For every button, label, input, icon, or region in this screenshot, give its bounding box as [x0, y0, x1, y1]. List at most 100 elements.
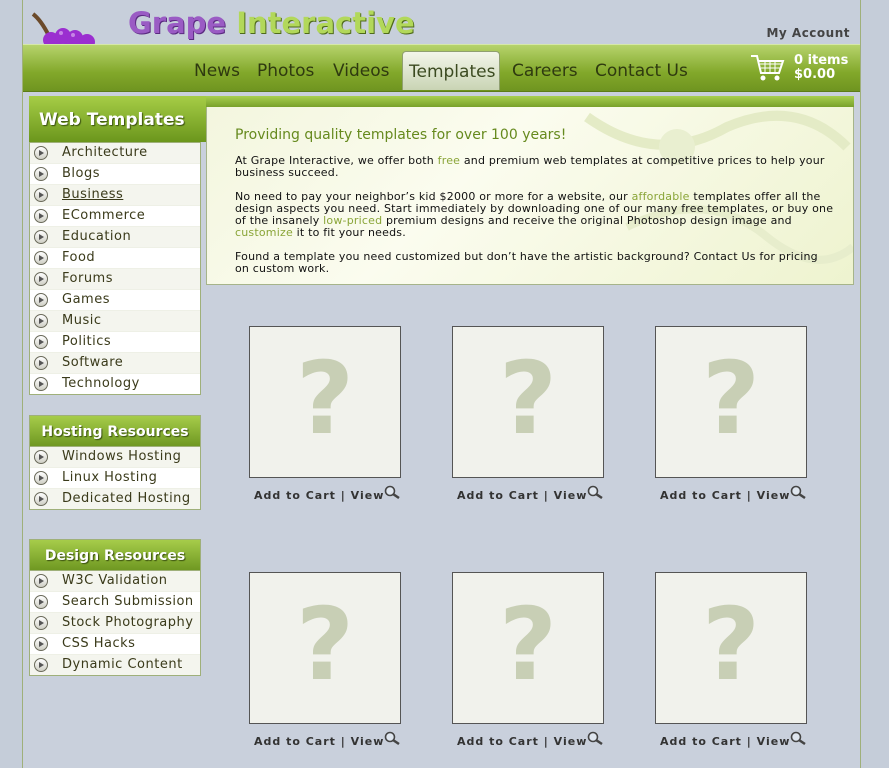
- nav-careers[interactable]: Careers: [512, 61, 578, 81]
- sidebar-item-music[interactable]: Music: [30, 311, 200, 332]
- sidebar-item-politics[interactable]: Politics: [30, 332, 200, 353]
- arrow-bullet-icon: [34, 658, 48, 672]
- nav-news[interactable]: News: [194, 61, 240, 81]
- view-link[interactable]: View: [757, 735, 791, 748]
- intro-p2-text-4: it to fit your needs.: [292, 226, 406, 239]
- sidebar-item-dedicated-hosting[interactable]: Dedicated Hosting: [30, 489, 200, 509]
- add-to-cart-link[interactable]: Add to Cart: [660, 735, 742, 748]
- template-actions: Add to Cart | View: [660, 731, 820, 748]
- free-link[interactable]: free: [438, 154, 461, 167]
- arrow-bullet-icon: [34, 209, 48, 223]
- sidebar-item-software[interactable]: Software: [30, 353, 200, 374]
- arrow-bullet-icon: [34, 377, 48, 391]
- cart-summary[interactable]: 0 items $0.00: [794, 54, 848, 82]
- magnifier-icon[interactable]: [384, 731, 402, 746]
- arrow-bullet-icon: [34, 637, 48, 651]
- template-thumbnail[interactable]: ?: [655, 326, 807, 478]
- sidebar-title: Web Templates: [39, 110, 185, 130]
- sidebar-item-linux-hosting[interactable]: Linux Hosting: [30, 468, 200, 489]
- magnifier-icon[interactable]: [790, 485, 808, 500]
- arrow-bullet-icon: [34, 574, 48, 588]
- arrow-bullet-icon: [34, 450, 48, 464]
- nav-templates[interactable]: Templates: [402, 51, 500, 90]
- separator: |: [746, 489, 752, 502]
- customize-link[interactable]: customize: [235, 226, 293, 239]
- sidebar-item-games[interactable]: Games: [30, 290, 200, 311]
- intro-top-bar: [206, 96, 854, 107]
- sidebar-item-w3c-validation[interactable]: W3C Validation: [30, 571, 200, 592]
- arrow-bullet-icon: [34, 335, 48, 349]
- sidebar-item-food[interactable]: Food: [30, 248, 200, 269]
- separator: |: [746, 735, 752, 748]
- magnifier-icon[interactable]: [587, 731, 605, 746]
- view-link[interactable]: View: [554, 489, 588, 502]
- add-to-cart-link[interactable]: Add to Cart: [254, 489, 336, 502]
- intro-paragraph-1: At Grape Interactive, we offer both free…: [235, 155, 835, 179]
- magnifier-icon[interactable]: [384, 485, 402, 500]
- sidebar-item-business[interactable]: Business: [30, 185, 200, 206]
- hosting-resources-title: Hosting Resources: [41, 424, 189, 440]
- add-to-cart-link[interactable]: Add to Cart: [660, 489, 742, 502]
- arrow-bullet-icon: [34, 167, 48, 181]
- template-actions: Add to Cart | View: [254, 731, 414, 748]
- cart-items-count: 0 items: [794, 53, 849, 68]
- nav-videos[interactable]: Videos: [333, 61, 390, 81]
- sidebar-item-education[interactable]: Education: [30, 227, 200, 248]
- sidebar-item-forums[interactable]: Forums: [30, 269, 200, 290]
- add-to-cart-link[interactable]: Add to Cart: [457, 489, 539, 502]
- view-link[interactable]: View: [351, 489, 385, 502]
- placeholder-question-mark: ?: [295, 340, 354, 457]
- category-list: Architecture Blogs Business ECommerce Ed…: [29, 142, 201, 395]
- magnifier-icon[interactable]: [790, 731, 808, 746]
- design-list: W3C Validation Search Submission Stock P…: [29, 570, 201, 676]
- template-actions: Add to Cart | View: [660, 485, 820, 502]
- intro-p2-text-3: premium designs and receive the original…: [382, 214, 792, 227]
- separator: |: [340, 489, 346, 502]
- placeholder-question-mark: ?: [498, 340, 557, 457]
- add-to-cart-link[interactable]: Add to Cart: [254, 735, 336, 748]
- main-nav: News Photos Videos Templates Careers Con…: [23, 44, 860, 92]
- shopping-cart-icon[interactable]: [750, 53, 786, 83]
- design-resources-header: Design Resources: [29, 539, 201, 571]
- my-account-link[interactable]: My Account: [766, 26, 850, 40]
- arrow-bullet-icon: [34, 251, 48, 265]
- placeholder-question-mark: ?: [498, 586, 557, 703]
- sidebar-item-architecture[interactable]: Architecture: [30, 143, 200, 164]
- view-link[interactable]: View: [351, 735, 385, 748]
- sidebar-item-technology[interactable]: Technology: [30, 374, 200, 394]
- nav-contact-us[interactable]: Contact Us: [595, 61, 688, 81]
- add-to-cart-link[interactable]: Add to Cart: [457, 735, 539, 748]
- template-thumbnail[interactable]: ?: [249, 572, 401, 724]
- sidebar-item-stock-photography[interactable]: Stock Photography: [30, 613, 200, 634]
- nav-photos[interactable]: Photos: [257, 61, 314, 81]
- arrow-bullet-icon: [34, 595, 48, 609]
- template-actions: Add to Cart | View: [457, 731, 617, 748]
- view-link[interactable]: View: [554, 735, 588, 748]
- magnifier-icon[interactable]: [587, 485, 605, 500]
- hosting-resources-header: Hosting Resources: [29, 415, 201, 447]
- template-actions: Add to Cart | View: [457, 485, 617, 502]
- intro-heading: Providing quality templates for over 100…: [235, 127, 567, 143]
- view-link[interactable]: View: [757, 489, 791, 502]
- logo-part-grape: Grape: [128, 6, 227, 40]
- intro-panel: Providing quality templates for over 100…: [206, 107, 854, 285]
- page-frame: Grape Interactive My Account News Photos…: [22, 0, 861, 768]
- sidebar-item-dynamic-content[interactable]: Dynamic Content: [30, 655, 200, 675]
- sidebar-item-windows-hosting[interactable]: Windows Hosting: [30, 447, 200, 468]
- arrow-bullet-icon: [34, 230, 48, 244]
- sidebar-item-blogs[interactable]: Blogs: [30, 164, 200, 185]
- arrow-bullet-icon: [34, 616, 48, 630]
- template-thumbnail[interactable]: ?: [249, 326, 401, 478]
- template-thumbnail[interactable]: ?: [452, 572, 604, 724]
- template-thumbnail[interactable]: ?: [452, 326, 604, 478]
- template-thumbnail[interactable]: ?: [655, 572, 807, 724]
- sidebar-item-ecommerce[interactable]: ECommerce: [30, 206, 200, 227]
- sidebar-item-search-submission[interactable]: Search Submission: [30, 592, 200, 613]
- sidebar-item-css-hacks[interactable]: CSS Hacks: [30, 634, 200, 655]
- placeholder-question-mark: ?: [295, 586, 354, 703]
- separator: |: [340, 735, 346, 748]
- arrow-bullet-icon: [34, 146, 48, 160]
- header: Grape Interactive My Account: [23, 0, 860, 86]
- hosting-list: Windows Hosting Linux Hosting Dedicated …: [29, 446, 201, 510]
- logo-title[interactable]: Grape Interactive: [128, 6, 415, 40]
